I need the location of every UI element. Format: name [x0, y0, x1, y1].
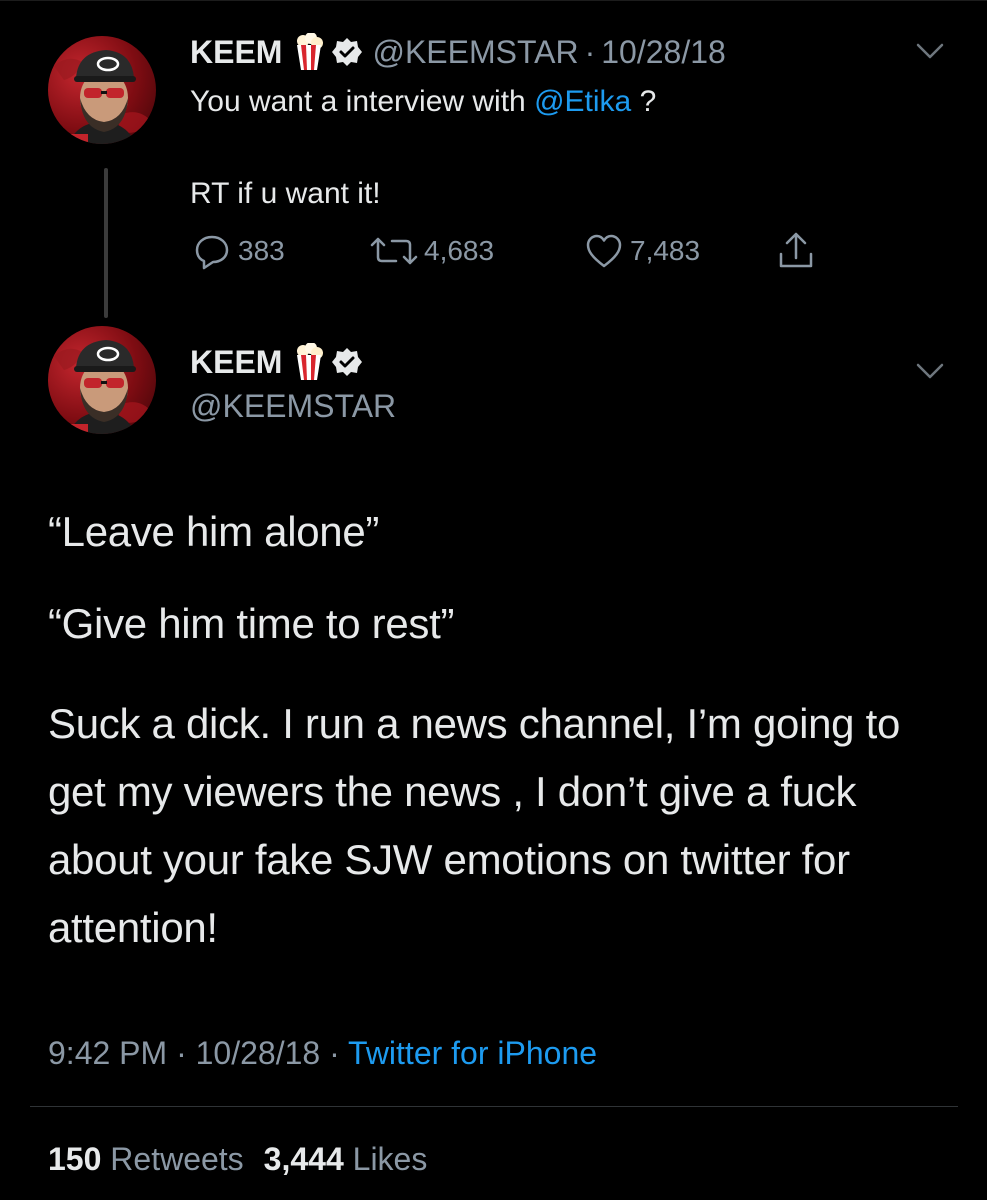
retweets-stat[interactable]: 150 Retweets — [48, 1141, 244, 1177]
retweets-label: Retweets — [110, 1141, 244, 1177]
share-icon — [779, 232, 813, 268]
popcorn-icon — [294, 32, 324, 71]
likes-label: Likes — [352, 1141, 428, 1177]
heart-icon — [586, 234, 622, 268]
retweets-count: 150 — [48, 1141, 102, 1177]
tweet-meta: 9:42 PM · 10/28/18 · Twitter for iPhone — [48, 1030, 597, 1076]
svg-text:STAR: STAR — [52, 425, 73, 434]
tweet1-header: KEEM @KEEMSTAR · 10/28/18 — [190, 30, 726, 74]
tweet2-text-line1: “Leave him alone” — [48, 508, 380, 555]
share-button[interactable] — [776, 230, 822, 272]
separator: · — [329, 1035, 340, 1071]
tweet2-header: KEEM — [190, 340, 363, 384]
tweet1-actions: 383 4,683 7,483 — [190, 230, 830, 272]
verified-badge-icon — [332, 347, 363, 377]
likes-stat[interactable]: 3,444 Likes — [264, 1141, 428, 1177]
tweet-time[interactable]: 9:42 PM — [48, 1035, 167, 1071]
svg-text:STAR: STAR — [52, 135, 73, 144]
like-count: 7,483 — [630, 235, 701, 266]
reply-icon — [195, 235, 229, 270]
chevron-down-icon[interactable] — [916, 42, 944, 60]
separator: · — [584, 33, 596, 70]
mention-link[interactable]: @Etika — [534, 85, 631, 118]
avatar[interactable]: STAR — [48, 326, 156, 434]
verified-badge-icon — [332, 37, 363, 67]
popcorn-icon — [294, 342, 324, 381]
reply-count: 383 — [238, 235, 285, 266]
engagement-stats: 150 Retweets 3,444 Likes — [48, 1136, 427, 1182]
likes-count: 3,444 — [263, 1141, 344, 1177]
tweet-date[interactable]: 10/28/18 — [196, 1035, 321, 1071]
display-name[interactable]: KEEM — [190, 344, 282, 381]
thread-line — [104, 168, 108, 318]
like-button[interactable]: 7,483 — [584, 230, 700, 272]
tweet2-text-paragraph: Suck a dick. I run a news channel, I’m g… — [48, 700, 901, 951]
avatar[interactable]: STAR — [48, 36, 156, 144]
handle[interactable]: @KEEMSTAR — [372, 34, 578, 71]
handle[interactable]: @KEEMSTAR — [190, 384, 396, 428]
divider — [30, 1106, 958, 1107]
retweet-button[interactable]: 4,683 — [370, 230, 494, 272]
separator: · — [176, 1035, 187, 1071]
retweet-count: 4,683 — [424, 235, 495, 266]
chevron-down-icon[interactable] — [916, 362, 944, 380]
top-divider — [0, 0, 987, 1]
display-name[interactable]: KEEM — [190, 34, 282, 71]
tweet1-text-line2: RT if u want it! — [190, 177, 381, 210]
source-link[interactable]: Twitter for iPhone — [348, 1035, 597, 1071]
tweet2-text-line2: “Give him time to rest” — [48, 600, 455, 647]
reply-button[interactable]: 383 — [192, 230, 285, 272]
retweet-icon — [370, 237, 418, 265]
tweet-date[interactable]: 10/28/18 — [601, 34, 726, 71]
tweet-text: ? — [631, 85, 657, 118]
tweet-text: You want a interview with — [190, 85, 535, 118]
tweet1-text: You want a interview with @Etika ? — [190, 80, 890, 124]
